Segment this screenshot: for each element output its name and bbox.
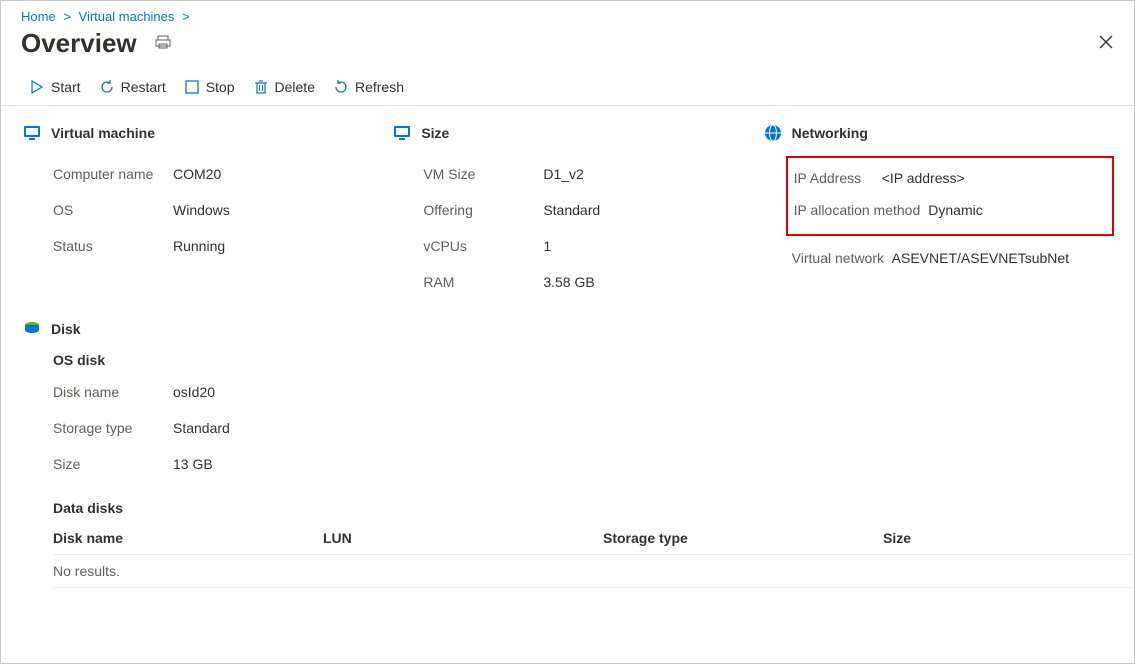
disk-storage-value: Standard — [173, 420, 230, 436]
size-heading: Size — [421, 125, 449, 141]
globe-icon — [764, 124, 782, 142]
status-value: Running — [173, 238, 225, 254]
os-value: Windows — [173, 202, 230, 218]
ip-alloc-value: Dynamic — [928, 202, 982, 218]
ip-address-label: IP Address — [794, 170, 874, 186]
print-icon[interactable] — [155, 34, 171, 53]
status-label: Status — [53, 238, 173, 254]
data-disks-subheading: Data disks — [23, 500, 1114, 516]
ip-alloc-label: IP allocation method — [794, 202, 921, 218]
breadcrumb-virtual-machines[interactable]: Virtual machines — [79, 9, 175, 24]
computer-name-value: COM20 — [173, 166, 221, 182]
vm-section: Virtual machine Computer nameCOM20 OSWin… — [23, 124, 373, 300]
delete-button[interactable]: Delete — [253, 79, 315, 95]
start-label: Start — [51, 79, 81, 95]
monitor-icon — [23, 124, 41, 142]
table-header-row: Disk name LUN Storage type Size — [53, 522, 1133, 555]
refresh-button[interactable]: Refresh — [333, 79, 404, 95]
restart-label: Restart — [121, 79, 166, 95]
disk-size-value: 13 GB — [173, 456, 213, 472]
page-title: Overview — [21, 28, 137, 59]
offering-value: Standard — [543, 202, 600, 218]
vcpus-label: vCPUs — [423, 238, 543, 254]
os-label: OS — [53, 202, 173, 218]
ip-address-value: <IP address> — [882, 170, 965, 186]
vnet-value: ASEVNET/ASEVNETsubNet — [892, 250, 1069, 266]
disk-name-value: osId20 — [173, 384, 215, 400]
table-row: No results. — [53, 555, 1133, 588]
breadcrumb-home[interactable]: Home — [21, 9, 56, 24]
size-section: Size VM SizeD1_v2 OfferingStandard vCPUs… — [393, 124, 743, 300]
computer-name-label: Computer name — [53, 166, 173, 182]
breadcrumb: Home > Virtual machines > — [1, 1, 1134, 24]
col-disk-name: Disk name — [53, 530, 323, 546]
refresh-label: Refresh — [355, 79, 404, 95]
disk-heading: Disk — [51, 321, 81, 337]
disk-storage-label: Storage type — [53, 420, 173, 436]
stop-button[interactable]: Stop — [184, 79, 235, 95]
networking-heading: Networking — [792, 125, 868, 141]
disk-section: Disk OS disk Disk nameosId20 Storage typ… — [23, 320, 1114, 588]
vm-heading: Virtual machine — [51, 125, 155, 141]
offering-label: Offering — [423, 202, 543, 218]
restart-button[interactable]: Restart — [99, 79, 166, 95]
table-empty-message: No results. — [53, 563, 323, 579]
ram-value: 3.58 GB — [543, 274, 594, 290]
disk-icon — [23, 320, 41, 338]
chevron-right-icon: > — [63, 9, 71, 24]
start-button[interactable]: Start — [29, 79, 81, 95]
disk-name-label: Disk name — [53, 384, 173, 400]
networking-section: Networking IP Address <IP address> IP all… — [764, 124, 1114, 300]
toolbar: Start Restart Stop Delete Refresh — [1, 71, 1134, 106]
vcpus-value: 1 — [543, 238, 551, 254]
ram-label: RAM — [423, 274, 543, 290]
close-icon[interactable] — [1098, 34, 1114, 53]
vmsize-label: VM Size — [423, 166, 543, 182]
os-disk-subheading: OS disk — [23, 352, 1114, 368]
col-storage-type: Storage type — [603, 530, 883, 546]
chevron-right-icon: > — [182, 9, 190, 24]
stop-label: Stop — [206, 79, 235, 95]
disk-size-label: Size — [53, 456, 173, 472]
col-lun: LUN — [323, 530, 603, 546]
networking-highlight-box: IP Address <IP address> IP allocation met… — [786, 156, 1114, 236]
col-size: Size — [883, 530, 1063, 546]
data-disks-table: Disk name LUN Storage type Size No resul… — [53, 522, 1133, 588]
vnet-label: Virtual network — [792, 250, 892, 266]
vmsize-value: D1_v2 — [543, 166, 583, 182]
monitor-icon — [393, 124, 411, 142]
delete-label: Delete — [275, 79, 315, 95]
